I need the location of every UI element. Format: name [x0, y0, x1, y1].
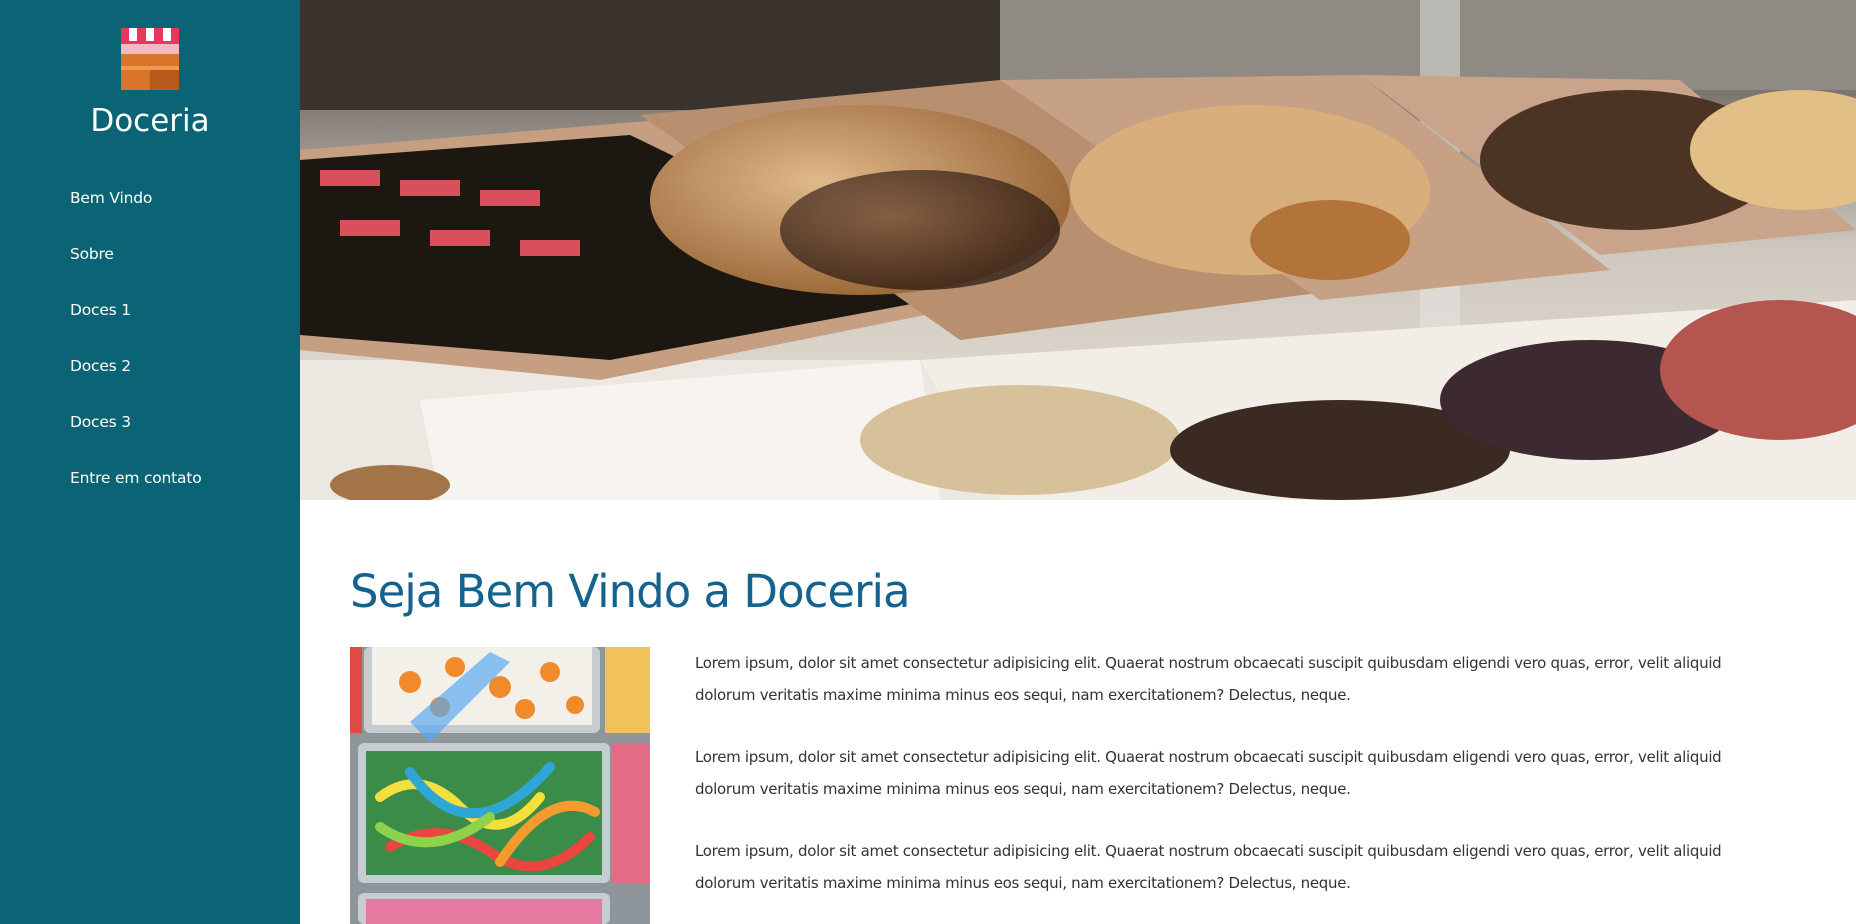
hero-image-pastry-display	[300, 0, 1856, 500]
candy-bins-image	[350, 647, 650, 924]
intro-paragraph-1: Lorem ipsum, dolor sit amet consectetur …	[695, 654, 1722, 704]
nav-item-sobre[interactable]: Sobre	[70, 245, 114, 263]
nav-item-doces-3[interactable]: Doces 3	[70, 413, 131, 431]
nav-item-doces-2[interactable]: Doces 2	[70, 357, 131, 375]
nav-item-bem-vindo[interactable]: Bem Vindo	[70, 189, 152, 207]
page-title: Seja Bem Vindo a Doceria	[350, 565, 911, 618]
nav-item-doces-1[interactable]: Doces 1	[70, 301, 131, 319]
brand-name[interactable]: Doceria	[0, 103, 300, 139]
sidebar: Doceria Bem Vindo Sobre Doces 1 Doces 2 …	[0, 0, 300, 924]
intro-paragraph-3: Lorem ipsum, dolor sit amet consectetur …	[695, 842, 1722, 892]
shop-stall-icon[interactable]	[119, 28, 181, 90]
nav-item-contato[interactable]: Entre em contato	[70, 469, 202, 487]
intro-paragraph-2: Lorem ipsum, dolor sit amet consectetur …	[695, 748, 1722, 798]
